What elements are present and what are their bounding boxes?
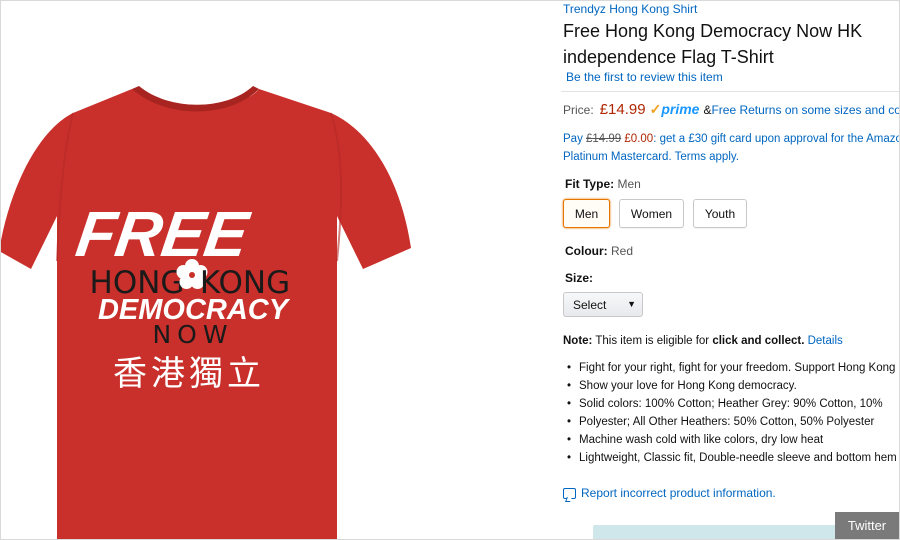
section-divider	[561, 91, 899, 92]
fit-type-options: Men Women Youth	[563, 199, 747, 228]
note-label: Note:	[563, 335, 593, 347]
feature-bullet: Solid colors: 100% Cotton; Heather Grey:…	[565, 395, 897, 413]
size-dropdown-value: Select	[573, 297, 607, 312]
fit-type-label: Fit Type: Men	[565, 177, 641, 191]
feature-bullet: Machine wash cold with like colors, dry …	[565, 431, 897, 449]
feature-bullet: Lightweight, Classic fit, Double-needle …	[565, 449, 897, 467]
price-value: £14.99	[599, 101, 646, 118]
note-bold: click and collect.	[712, 335, 805, 347]
product-details: Trendyz Hong Kong Shirt Free Hong Kong D…	[557, 1, 899, 539]
feature-bullet: Polyester; All Other Heathers: 50% Cotto…	[565, 413, 897, 431]
report-info-text: Report incorrect product information.	[581, 486, 776, 500]
first-review-link[interactable]: Be the first to review this item	[566, 70, 723, 84]
fit-option-youth[interactable]: Youth	[693, 199, 747, 228]
chevron-down-icon: ▼	[627, 299, 636, 309]
returns-prefix: &	[703, 103, 712, 117]
free-returns-link[interactable]: Free Returns on some sizes and colours	[711, 103, 899, 117]
fit-type-value: Men	[617, 177, 641, 191]
fit-option-women[interactable]: Women	[619, 199, 684, 228]
print-line-chinese: 香港獨立	[113, 354, 265, 394]
twitter-watermark: Twitter	[835, 512, 899, 539]
colour-value: Red	[611, 244, 634, 258]
product-image[interactable]: FREE HONG KONG DEMOCRACY NOW 香港獨立	[1, 1, 546, 539]
feature-bullet: Show your love for Hong Kong democracy.	[565, 377, 897, 395]
credit-card-offer[interactable]: Pay £14.99 £0.00: get a £30 gift card up…	[563, 130, 899, 166]
speech-bubble-icon	[563, 487, 576, 499]
pay-prefix: Pay	[563, 133, 587, 145]
feature-bullet: Fight for your right, fight for your fre…	[565, 359, 897, 377]
colour-row: Colour: Red	[565, 244, 633, 258]
note-text: This item is eligible for	[592, 335, 713, 347]
action-bar[interactable]	[593, 525, 853, 539]
click-collect-note: Note: This item is eligible for click an…	[563, 335, 843, 347]
feature-bullets: Fight for your right, fight for your fre…	[565, 359, 897, 467]
print-line-free: FREE	[72, 198, 255, 270]
product-title: Free Hong Kong Democracy Now HK independ…	[563, 21, 863, 67]
price-row: Price: £14.99 ✓ prime & Free Returns on …	[563, 101, 899, 118]
print-line-now: NOW	[152, 320, 233, 349]
prime-badge[interactable]: ✓ prime	[650, 101, 700, 118]
details-link[interactable]: Details	[808, 335, 843, 347]
pay-old-price: £14.99	[586, 133, 622, 145]
report-info-link[interactable]: Report incorrect product information.	[563, 486, 776, 500]
pay-new-price: £0.00	[624, 133, 654, 145]
brand-link[interactable]: Trendyz Hong Kong Shirt	[563, 2, 697, 16]
size-dropdown[interactable]: Select ▼	[563, 292, 643, 317]
colour-label: Colour:	[565, 244, 608, 258]
fit-type-heading: Fit Type:	[565, 177, 615, 191]
fit-option-men[interactable]: Men	[563, 199, 610, 228]
prime-check-icon: ✓	[649, 101, 662, 117]
size-label: Size:	[565, 271, 594, 285]
screenshot-frame: FREE HONG KONG DEMOCRACY NOW 香港獨立 Trendy…	[0, 0, 900, 540]
prime-logo: prime	[661, 101, 700, 117]
price-label: Price:	[563, 103, 594, 117]
t-shirt-illustration: FREE HONG KONG DEMOCRACY NOW 香港獨立	[1, 1, 546, 539]
